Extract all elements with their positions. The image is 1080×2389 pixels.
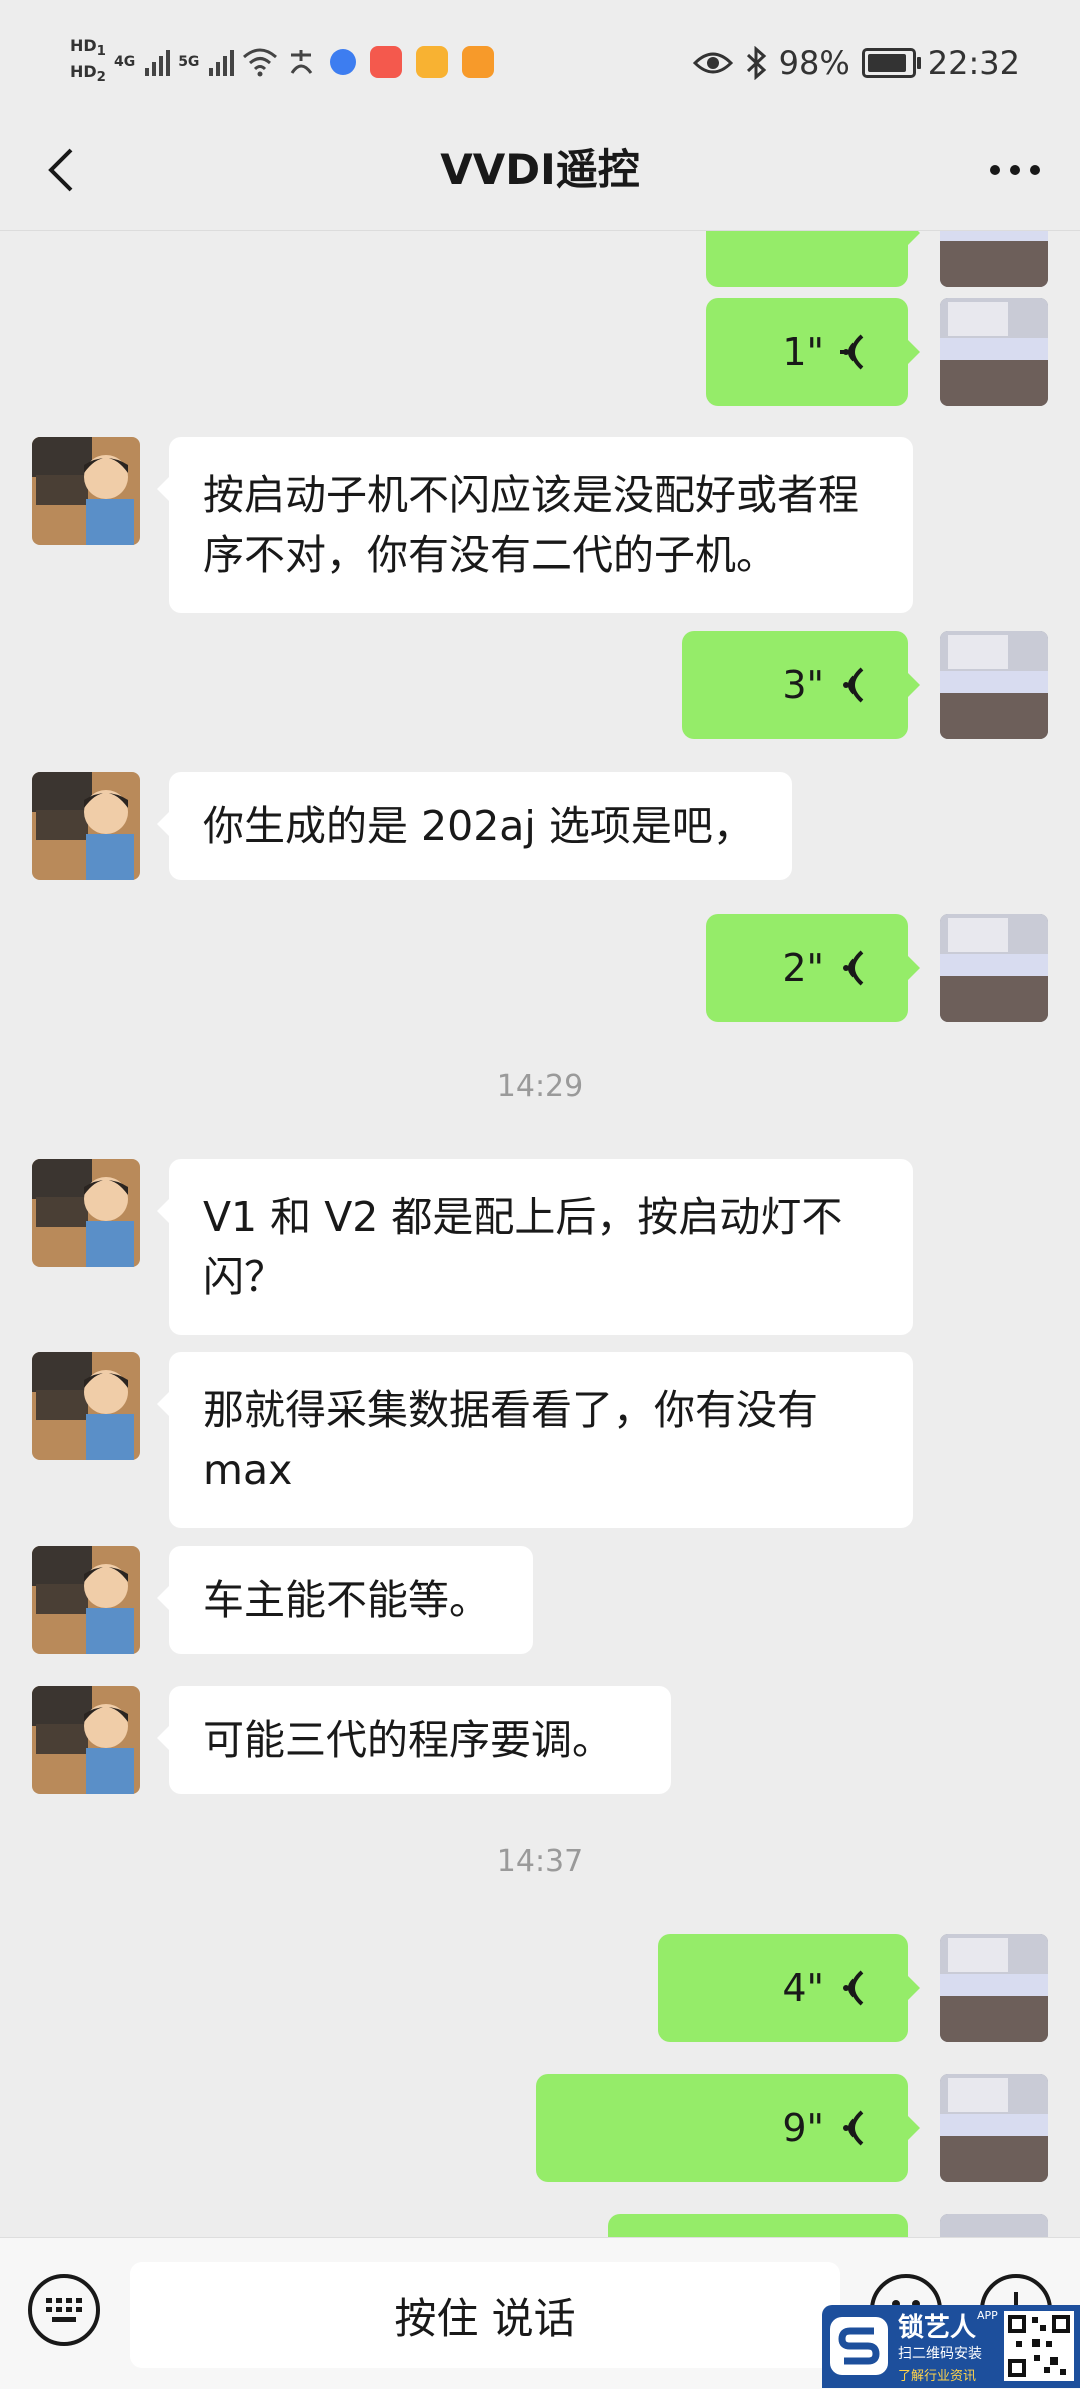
voice-message[interactable]: 2" <box>706 914 920 1022</box>
hd1-label: HD1 <box>70 36 106 60</box>
voice-wave-icon <box>840 334 864 370</box>
voice-content: 3" <box>782 655 868 715</box>
chat-messages[interactable]: 1" 按启动子机不闪应该是没配好或者程序不对，你有没有二代的子机。 3" 你生成… <box>0 231 1080 2237</box>
voice-wave-icon <box>843 1970 864 2006</box>
message-row-out <box>0 231 1080 287</box>
chat-header: VVDI遥控 <box>0 110 1080 231</box>
message-row-in: 按启动子机不闪应该是没配好或者程序不对，你有没有二代的子机。 <box>0 437 1080 613</box>
hd2-label: HD2 <box>70 62 106 86</box>
signal-icon <box>145 48 171 77</box>
clock: 22:32 <box>927 44 1020 82</box>
music-app-icon <box>330 49 357 76</box>
shop-avatar[interactable] <box>940 298 1048 406</box>
shop-avatar[interactable] <box>940 914 1048 1022</box>
contact-avatar[interactable] <box>32 1159 140 1267</box>
shop-avatar[interactable] <box>940 631 1048 739</box>
watermark-banner: 锁艺人 APP 扫二维码安装 了解行业资讯 <box>822 2305 1080 2388</box>
message-row-out: 2" <box>0 914 1080 1022</box>
message-row-out: 4" <box>0 1934 1080 2042</box>
shop-avatar[interactable] <box>940 2214 1048 2237</box>
time-separator: 14:37 <box>496 1844 584 1879</box>
text-message[interactable]: 你生成的是 202aj 选项是吧， <box>157 772 792 880</box>
voice-message-partial[interactable] <box>608 2214 908 2237</box>
voice-duration: 4" <box>782 1966 824 2010</box>
time-separator: 14:29 <box>496 1069 584 1104</box>
contact-avatar[interactable] <box>32 772 140 880</box>
yellow-app-icon <box>416 46 449 79</box>
hold-to-talk-button[interactable]: 按住 说话 <box>130 2262 840 2368</box>
voice-message[interactable]: 9" <box>536 2074 920 2182</box>
voice-content: 9" <box>782 2098 868 2158</box>
keyboard-icon <box>46 2298 82 2322</box>
brand-logo-icon <box>830 2317 888 2375</box>
watermark-app-label: APP <box>977 2309 998 2322</box>
voice-content: 1" <box>782 322 868 382</box>
battery-percent: 98% <box>778 44 850 82</box>
contact-avatar[interactable] <box>32 1352 140 1460</box>
status-right: 98% 22:32 <box>692 44 1020 82</box>
voice-content: 4" <box>782 1958 868 2018</box>
message-row-in: 可能三代的程序要调。 <box>0 1686 1080 1794</box>
text-message[interactable]: 车主能不能等。 <box>157 1546 533 1654</box>
watermark-line1: 扫二维码安装 <box>898 2346 982 2362</box>
status-left: HD1 HD2 4G 5G <box>70 36 495 88</box>
voice-duration: 9" <box>782 2106 824 2150</box>
voice-message[interactable]: 4" <box>658 1934 920 2042</box>
watermark-line2: 了解行业资讯 <box>898 2369 977 2384</box>
chat-title: VVDI遥控 <box>440 145 640 194</box>
contact-avatar[interactable] <box>32 437 140 545</box>
alipay-icon <box>291 50 313 75</box>
net-5g-label: 5G <box>178 54 200 71</box>
more-button[interactable] <box>980 142 1050 198</box>
text-message[interactable]: 可能三代的程序要调。 <box>157 1686 671 1794</box>
message-row-out <box>0 2214 1080 2237</box>
more-dots-icon <box>990 165 1040 175</box>
eye-icon <box>692 52 733 74</box>
voice-duration: 1" <box>782 330 824 374</box>
qr-code <box>1004 2311 1074 2381</box>
text-message[interactable]: 按启动子机不闪应该是没配好或者程序不对，你有没有二代的子机。 <box>157 437 913 613</box>
shop-avatar[interactable] <box>940 231 1048 287</box>
message-row-in: 车主能不能等。 <box>0 1546 1080 1654</box>
red-app-icon <box>370 46 403 79</box>
contact-avatar[interactable] <box>32 1686 140 1794</box>
message-row-in: V1 和 V2 都是配上后，按启动灯不闪？ <box>0 1159 1080 1335</box>
keyboard-toggle-button[interactable] <box>28 2274 100 2346</box>
battery-icon <box>861 48 921 78</box>
voice-message[interactable]: 3" <box>682 631 920 739</box>
bluetooth-icon <box>746 46 766 80</box>
voice-message-partial[interactable] <box>706 231 920 287</box>
voice-content: 2" <box>782 938 868 998</box>
shop-avatar[interactable] <box>940 1934 1048 2042</box>
net-4g-label: 4G <box>113 54 136 71</box>
message-row-in: 那就得采集数据看看了，你有没有 max <box>0 1352 1080 1528</box>
message-row-in: 你生成的是 202aj 选项是吧， <box>0 772 1080 880</box>
voice-wave-icon <box>843 2110 864 2146</box>
voice-duration: 2" <box>782 946 824 990</box>
message-row-out: 9" <box>0 2074 1080 2182</box>
voice-duration: 3" <box>782 663 824 707</box>
voice-wave-icon <box>843 950 864 986</box>
wifi-icon <box>243 48 278 77</box>
message-row-out: 1" <box>0 298 1080 406</box>
voice-wave-icon <box>843 667 864 703</box>
contact-avatar[interactable] <box>32 1546 140 1654</box>
voice-message[interactable]: 1" <box>706 298 920 406</box>
watermark-brand: 锁艺人 <box>898 2313 977 2343</box>
hd-indicators: HD1 HD2 <box>70 36 106 88</box>
text-message[interactable]: V1 和 V2 都是配上后，按启动灯不闪？ <box>157 1159 913 1335</box>
signal-icon <box>209 48 235 77</box>
video-app-icon <box>462 46 495 79</box>
message-row-out: 3" <box>0 631 1080 739</box>
text-message[interactable]: 那就得采集数据看看了，你有没有 max <box>157 1352 913 1528</box>
shop-avatar[interactable] <box>940 2074 1048 2182</box>
